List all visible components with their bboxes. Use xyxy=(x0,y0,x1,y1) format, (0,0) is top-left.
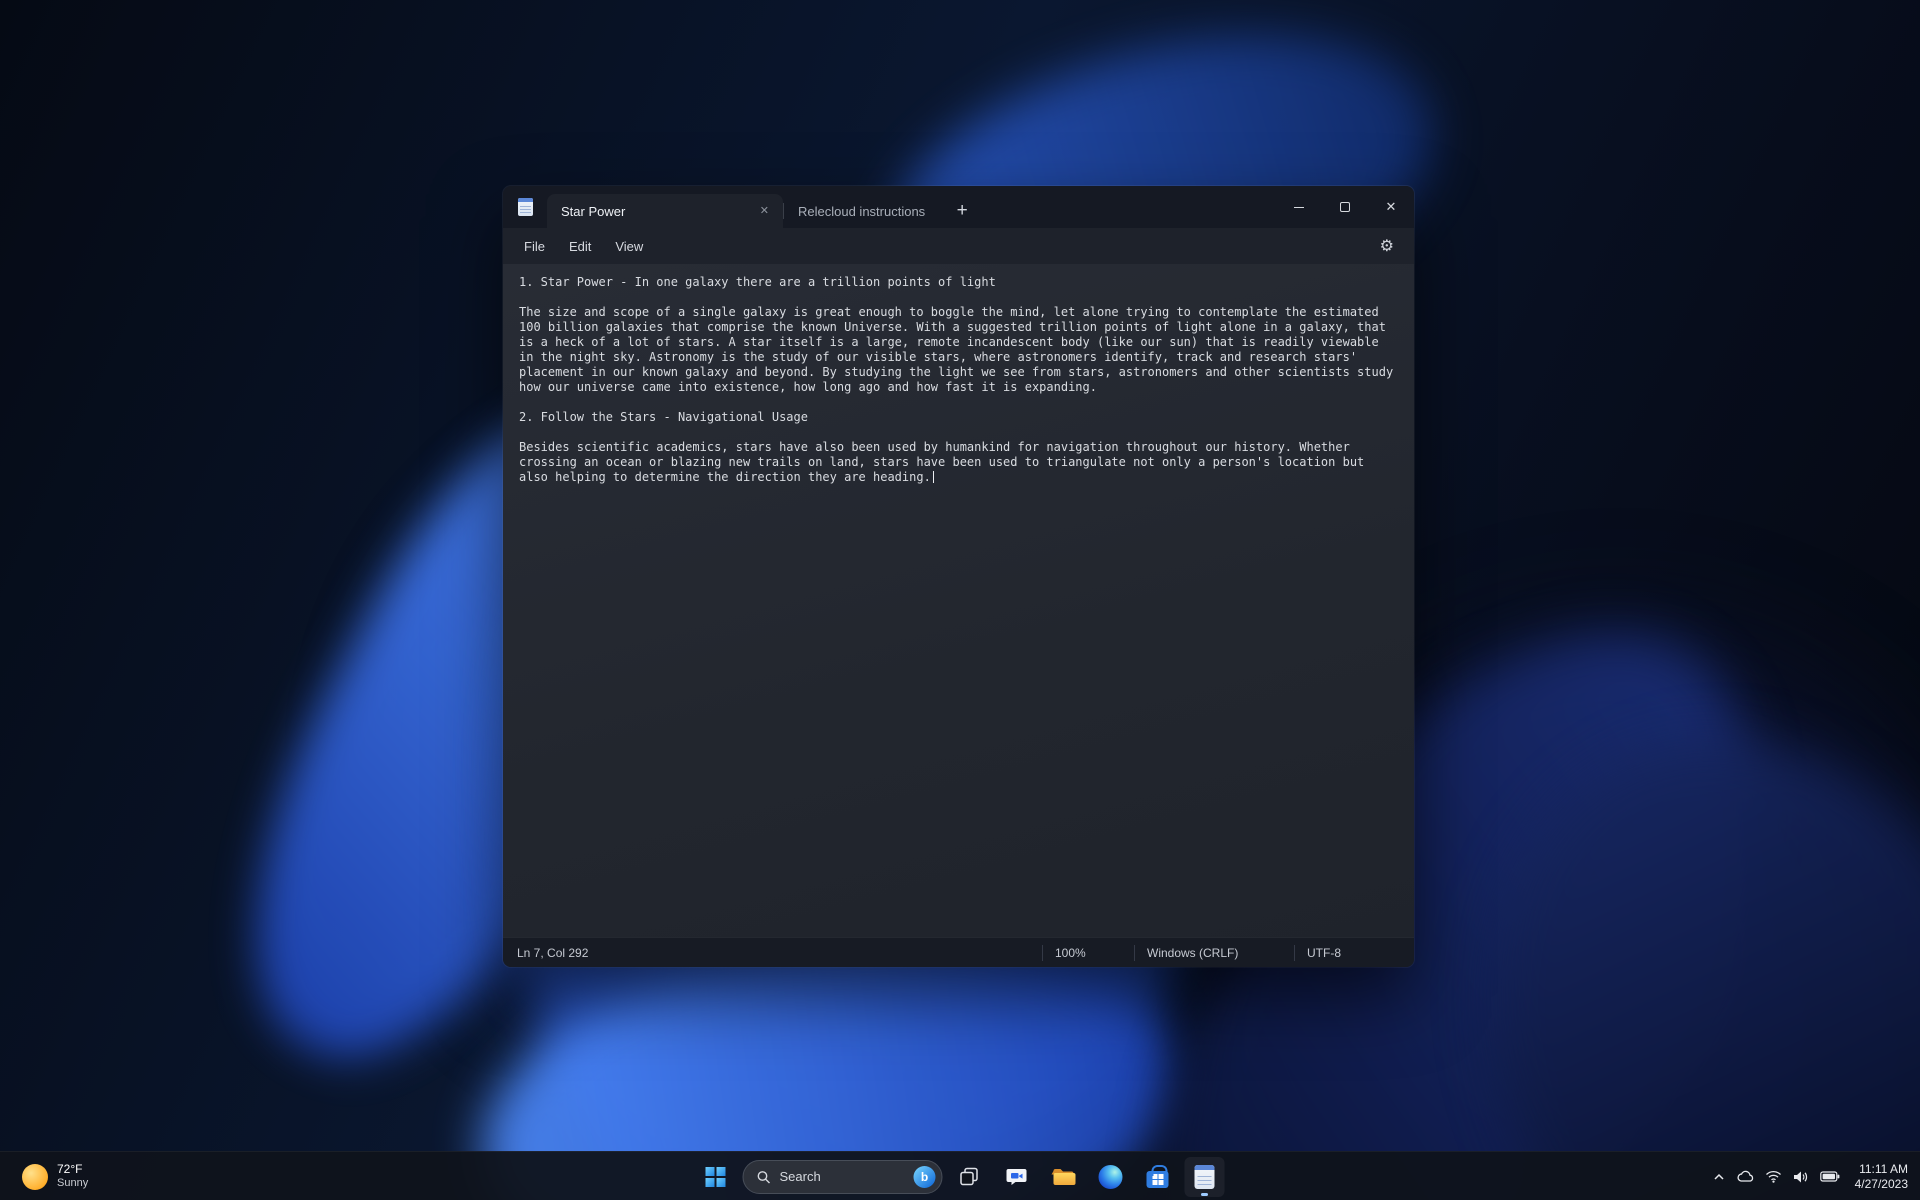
windows-start-icon xyxy=(705,1166,726,1187)
tray-time: 11:11 AM xyxy=(1859,1161,1908,1176)
menu-edit[interactable]: Edit xyxy=(558,234,602,259)
notepad-icon xyxy=(517,198,533,216)
maximize-button[interactable] xyxy=(1322,186,1368,228)
minimize-icon xyxy=(1294,206,1304,208)
settings-gear-icon[interactable]: ⚙ xyxy=(1380,236,1394,256)
text-caret xyxy=(932,471,934,483)
file-explorer-icon xyxy=(1051,1168,1076,1185)
chat-button[interactable] xyxy=(997,1157,1037,1197)
window-controls: ✕ xyxy=(1276,186,1414,228)
minimize-button[interactable] xyxy=(1276,186,1322,228)
volume-icon[interactable] xyxy=(1793,1170,1809,1184)
battery-icon[interactable] xyxy=(1819,1171,1840,1182)
notepad-app-icon xyxy=(503,186,547,228)
document-line: 2. Follow the Stars - Navigational Usage xyxy=(519,410,808,424)
file-explorer-button[interactable] xyxy=(1044,1157,1084,1197)
microsoft-store-icon xyxy=(1146,1165,1169,1188)
cursor-position: Ln 7, Col 292 xyxy=(517,945,589,960)
zoom-level: 100% xyxy=(1042,944,1134,961)
weather-condition: Sunny xyxy=(57,1177,89,1190)
taskbar-center-icons: Search b xyxy=(696,1152,1225,1200)
menu-bar: File Edit View ⚙ xyxy=(503,228,1414,264)
edge-button[interactable] xyxy=(1091,1157,1131,1197)
notepad-taskbar-button[interactable] xyxy=(1184,1156,1225,1197)
document-line: 1. Star Power - In one galaxy there are … xyxy=(519,275,996,289)
microsoft-store-button[interactable] xyxy=(1138,1157,1178,1197)
tab-star-power[interactable]: Star Power ✕ xyxy=(547,194,783,228)
document-line: Besides scientific academics, stars have… xyxy=(519,440,1398,485)
tray-date: 4/27/2023 xyxy=(1854,1176,1908,1191)
weather-temperature: 72°F xyxy=(57,1162,83,1177)
onedrive-cloud-icon[interactable] xyxy=(1736,1170,1754,1183)
document-line-text: Besides scientific academics, stars have… xyxy=(519,440,1372,484)
task-view-button[interactable] xyxy=(950,1157,990,1197)
new-tab-button[interactable]: + xyxy=(945,194,979,228)
menu-view[interactable]: View xyxy=(604,234,654,259)
tab-label: Star Power xyxy=(561,203,626,219)
search-placeholder: Search xyxy=(779,1169,821,1184)
notepad-icon xyxy=(1194,1164,1215,1189)
tab-relecloud-instructions[interactable]: Relecloud instructions xyxy=(784,194,939,228)
status-bar: Ln 7, Col 292 100% Windows (CRLF) UTF-8 xyxy=(503,937,1414,967)
taskbar: 72°F Sunny Search b 11:11 AM 4/27/2023 xyxy=(0,1151,1920,1200)
editor-text-area[interactable]: 1. Star Power - In one galaxy there are … xyxy=(503,264,1414,937)
start-button[interactable] xyxy=(696,1157,736,1197)
tab-label: Relecloud instructions xyxy=(798,203,926,219)
tab-close-icon[interactable]: ✕ xyxy=(760,205,769,217)
sunny-weather-icon xyxy=(22,1163,48,1190)
taskbar-clock[interactable]: 11:11 AM 4/27/2023 xyxy=(1851,1162,1908,1192)
close-button[interactable]: ✕ xyxy=(1368,186,1414,228)
task-view-icon xyxy=(960,1167,978,1185)
edge-browser-icon xyxy=(1098,1164,1123,1189)
notepad-window: Star Power ✕ Relecloud instructions + ✕ … xyxy=(503,186,1414,967)
weather-widget[interactable]: 72°F Sunny xyxy=(14,1152,96,1200)
document-line: The size and scope of a single galaxy is… xyxy=(519,305,1401,394)
line-ending: Windows (CRLF) xyxy=(1134,944,1294,961)
maximize-icon xyxy=(1340,202,1350,212)
menu-file[interactable]: File xyxy=(513,234,556,259)
running-app-indicator xyxy=(1201,1192,1208,1196)
search-icon xyxy=(757,1170,770,1183)
tab-bar: Star Power ✕ Relecloud instructions + ✕ xyxy=(503,186,1414,228)
store-windows-logo xyxy=(1152,1174,1163,1185)
encoding: UTF-8 xyxy=(1294,944,1414,961)
bing-icon[interactable]: b xyxy=(913,1165,936,1188)
chat-video-icon xyxy=(1006,1168,1027,1185)
wifi-icon[interactable] xyxy=(1765,1170,1782,1183)
system-tray: 11:11 AM 4/27/2023 xyxy=(1713,1152,1908,1200)
hidden-icons-chevron[interactable] xyxy=(1713,1173,1725,1181)
search-box[interactable]: Search b xyxy=(742,1159,943,1194)
